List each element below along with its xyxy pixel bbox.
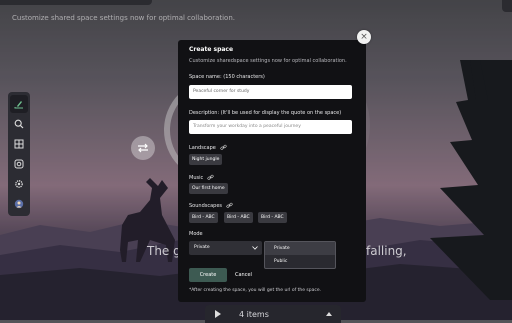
music-label-text: Music xyxy=(189,174,204,181)
create-button[interactable]: Create xyxy=(189,268,227,282)
close-modal-button[interactable]: × xyxy=(357,30,371,44)
user-icon xyxy=(14,199,24,209)
background-tagline: Customize shared space settings now for … xyxy=(12,14,235,22)
soundscapes-label: Soundscapes xyxy=(189,202,233,209)
gear-icon xyxy=(15,180,23,188)
background-quote-start: The g xyxy=(147,244,181,258)
mode-select-value: Private xyxy=(194,245,210,250)
creation-note: *After creating the space, you will get … xyxy=(189,288,322,293)
music-chip[interactable]: Our first home xyxy=(189,183,228,194)
top-toolbar xyxy=(0,0,152,5)
play-button[interactable] xyxy=(211,307,225,321)
playlist-count: 4 items xyxy=(239,309,269,319)
description-input[interactable]: Transform your workday into a peaceful j… xyxy=(189,120,352,134)
music-label: Music xyxy=(189,174,214,181)
landscape-label-text: Landscape xyxy=(189,144,216,151)
mode-option-private[interactable]: Private xyxy=(265,242,335,255)
instagram-icon xyxy=(14,159,24,169)
background-quote-end: falling, xyxy=(366,244,407,258)
expand-player-button[interactable] xyxy=(325,310,333,318)
landscape-label: Landscape xyxy=(189,144,227,151)
chevron-up-icon xyxy=(326,312,332,316)
mode-option-public[interactable]: Public xyxy=(265,255,335,268)
landscape-chip[interactable]: Night jungle xyxy=(189,154,223,165)
link-icon[interactable] xyxy=(220,144,227,151)
modal-subtitle: Customize sharedspace settings now for o… xyxy=(189,58,347,64)
mode-label: Mode xyxy=(189,231,203,237)
mode-dropdown-menu: Private Public xyxy=(264,241,336,269)
mode-select[interactable]: Private xyxy=(189,241,262,255)
edit-icon xyxy=(14,101,23,109)
chevron-down-icon xyxy=(252,241,258,255)
space-name-label-text: Space name: (150 characters) xyxy=(189,74,265,80)
modal-title: Create space xyxy=(189,46,234,53)
search-icon xyxy=(14,119,24,129)
sidebar-item-grid[interactable] xyxy=(10,135,28,153)
sidebar-item-profile[interactable] xyxy=(10,195,28,213)
sidebar-item-settings[interactable] xyxy=(10,175,28,193)
sidebar-item-edit[interactable] xyxy=(10,95,28,113)
description-label-text: Description: (It'll be used for display … xyxy=(189,110,342,116)
description-label: Description: (It'll be used for display … xyxy=(189,110,341,116)
cancel-button[interactable]: Cancel xyxy=(235,268,259,282)
soundscape-chip[interactable]: Bird - ABC xyxy=(258,212,287,223)
top-right-corner xyxy=(502,0,512,12)
swap-arrows-icon xyxy=(138,143,148,153)
left-sidebar xyxy=(8,92,30,216)
link-icon[interactable] xyxy=(207,174,214,181)
link-icon[interactable] xyxy=(226,202,233,209)
swap-button[interactable] xyxy=(131,136,155,160)
soundscape-chip[interactable]: Bird - ABC xyxy=(189,212,218,223)
sidebar-item-instagram[interactable] xyxy=(10,155,28,173)
music-player-bar: 4 items xyxy=(205,305,341,323)
sidebar-item-search[interactable] xyxy=(10,115,28,133)
close-icon: × xyxy=(360,32,368,42)
mode-label-text: Mode xyxy=(189,231,203,237)
space-name-input[interactable]: Peaceful corner for study xyxy=(189,85,352,99)
play-icon xyxy=(215,310,221,318)
soundscape-chip[interactable]: Bird - ABC xyxy=(224,212,253,223)
grid-icon xyxy=(14,139,24,149)
space-name-label: Space name: (150 characters) xyxy=(189,74,265,80)
create-space-modal: Create space Customize sharedspace setti… xyxy=(178,40,366,302)
soundscapes-label-text: Soundscapes xyxy=(189,202,223,209)
